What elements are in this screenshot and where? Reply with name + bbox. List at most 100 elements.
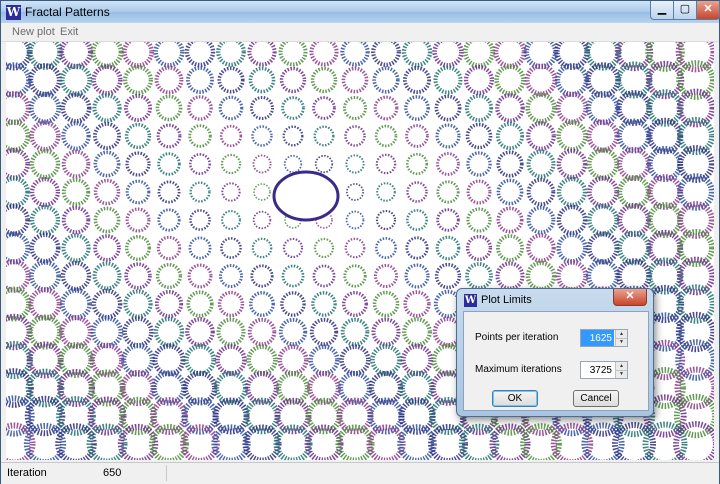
fractal-cell <box>279 66 307 94</box>
fractal-cell <box>465 122 493 150</box>
fractal-cell <box>401 42 433 68</box>
close-button[interactable]: ✕ <box>696 1 720 20</box>
spinner-arrows[interactable]: ▲ ▼ <box>615 330 627 346</box>
spin-down-icon[interactable]: ▼ <box>616 338 627 346</box>
fractal-cell <box>435 123 461 149</box>
fractal-cell <box>526 121 556 151</box>
fractal-cell <box>157 208 181 232</box>
fractal-cell <box>251 237 273 259</box>
fractal-cell <box>125 235 151 261</box>
fractal-cell <box>405 236 429 260</box>
fractal-cell <box>376 182 396 202</box>
fractal-cell <box>344 237 366 259</box>
fractal-cell <box>526 233 556 263</box>
fractal-cell <box>399 370 435 406</box>
fractal-cell <box>489 423 531 460</box>
maximize-button[interactable]: ▢ <box>673 1 697 20</box>
points-per-iteration-input[interactable] <box>581 330 614 346</box>
fractal-cell <box>187 95 213 121</box>
fractal-cell <box>336 397 374 435</box>
fractal-cell <box>281 96 305 120</box>
fractal-cell <box>586 259 620 293</box>
maximum-iterations-spinner[interactable]: ▲ ▼ <box>580 361 628 379</box>
fractal-cell <box>250 264 274 288</box>
menu-new-plot[interactable]: New plot <box>12 26 55 38</box>
fractal-cell <box>309 317 339 347</box>
fractal-cell <box>374 124 398 148</box>
fractal-cell <box>26 341 64 379</box>
fractal-cell <box>344 125 366 147</box>
fractal-cell <box>282 125 304 147</box>
dialog-title: Plot Limits <box>481 294 532 306</box>
fractal-cell <box>404 263 430 289</box>
fractal-cell <box>152 343 186 377</box>
cancel-button[interactable]: Cancel <box>573 390 619 407</box>
fractal-cell <box>90 42 124 69</box>
fractal-cell <box>373 263 399 289</box>
fractal-cell <box>309 42 339 67</box>
status-label: Iteration <box>7 467 47 479</box>
fractal-cell <box>616 146 652 182</box>
fractal-cell <box>91 64 123 96</box>
fractal-cell <box>556 204 588 236</box>
fractal-cell <box>92 261 122 291</box>
fractal-cell <box>61 149 91 179</box>
fractal-cell <box>188 124 212 148</box>
fractal-cell <box>283 154 303 174</box>
fractal-cell <box>90 315 124 349</box>
fractal-cell <box>151 370 187 406</box>
points-per-iteration-spinner[interactable]: ▲ ▼ <box>580 329 628 347</box>
fractal-cell <box>155 262 183 290</box>
fractal-cell <box>436 152 460 176</box>
fractal-center <box>272 170 340 222</box>
fractal-cell <box>403 290 431 318</box>
fractal-cell <box>6 91 31 125</box>
fractal-cell <box>217 66 245 94</box>
fractal-cell <box>88 369 126 407</box>
fractal-cell <box>616 118 652 154</box>
fractal-cell <box>247 42 277 67</box>
dialog-close-button[interactable]: ✕ <box>613 289 647 306</box>
fractal-cell <box>556 148 588 180</box>
spin-down-icon[interactable]: ▼ <box>616 370 627 378</box>
fractal-cell <box>6 147 31 181</box>
fractal-cell <box>341 66 369 94</box>
fractal-cell <box>645 60 685 100</box>
dialog-app-icon: W <box>464 294 477 307</box>
fractal-cell <box>406 181 428 203</box>
fractal-cell <box>371 42 401 67</box>
app-icon: W <box>6 5 21 20</box>
fractal-cell <box>340 42 370 67</box>
fractal-cell <box>217 290 245 318</box>
fractal-cell <box>525 92 557 124</box>
menu-bar: New plot Exit <box>1 23 719 42</box>
fractal-cell <box>28 287 62 321</box>
minimize-button[interactable]: ▁ <box>650 1 674 20</box>
fractal-cell <box>526 177 556 207</box>
plot-limits-dialog: W Plot Limits ✕ Points per iteration ▲ ▼… <box>456 288 654 417</box>
fractal-cell <box>311 291 337 317</box>
spinner-arrows[interactable]: ▲ ▼ <box>615 362 627 378</box>
maximum-iterations-input[interactable] <box>581 362 614 378</box>
title-bar[interactable]: W Fractal Patterns ▁ ▢ ✕ <box>1 1 720 23</box>
fractal-cell <box>526 205 556 235</box>
fractal-cell <box>6 231 31 265</box>
fractal-cell <box>216 42 246 67</box>
fractal-cell <box>61 121 91 151</box>
fractal-cell <box>252 154 272 174</box>
fractal-cell <box>436 208 460 232</box>
fractal-cell <box>370 344 402 376</box>
fractal-cell <box>61 233 91 263</box>
fractal-cell <box>466 179 492 205</box>
fractal-cell <box>400 343 434 377</box>
fractal-cell <box>189 153 211 175</box>
fractal-cell <box>375 209 397 231</box>
ok-button[interactable]: OK <box>492 390 538 407</box>
fractal-cell <box>93 206 121 234</box>
fractal-cell <box>586 231 620 265</box>
fractal-cell <box>310 66 338 94</box>
fractal-cell <box>157 180 181 204</box>
fractal-cell <box>28 259 62 293</box>
fractal-cell <box>122 316 154 348</box>
menu-exit[interactable]: Exit <box>60 26 78 38</box>
